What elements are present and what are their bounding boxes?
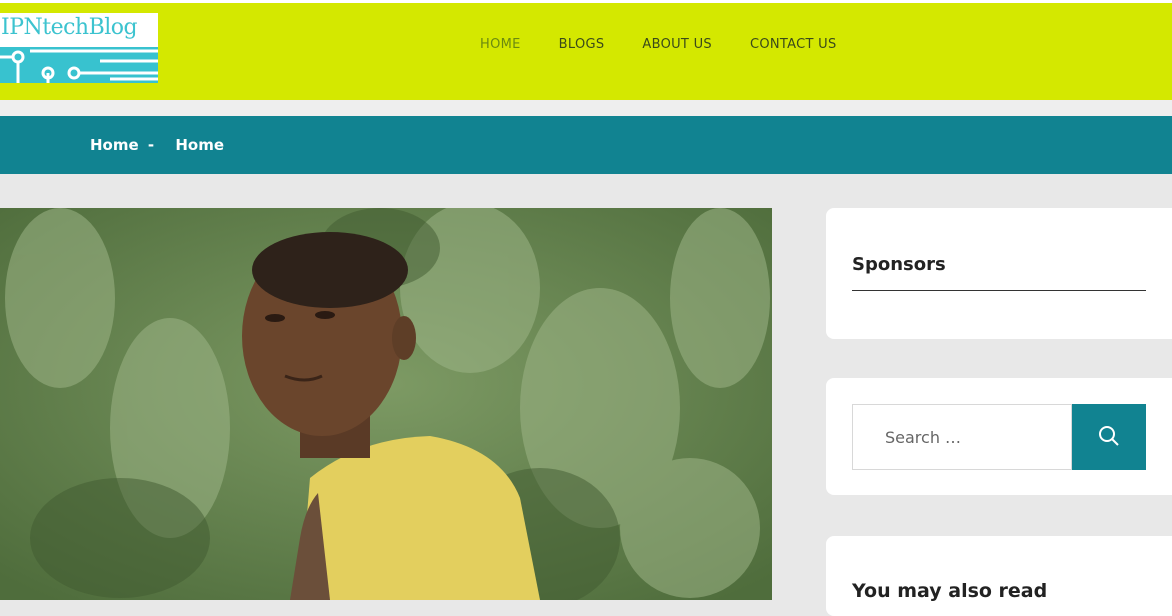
sponsors-underline	[852, 290, 1146, 291]
featured-image	[0, 208, 772, 600]
search-input[interactable]	[852, 404, 1072, 470]
circuit-icon	[0, 49, 158, 83]
header-divider	[0, 100, 1172, 116]
nav-blogs[interactable]: BLOGS	[559, 37, 605, 52]
breadcrumb: Home - Home	[90, 136, 224, 154]
site-header: IPNtechBlog HOME BLOGS ABOUT US CONTACT …	[0, 0, 1172, 100]
search-button[interactable]	[1072, 404, 1146, 470]
breadcrumb-current: Home	[175, 136, 225, 154]
search-widget	[826, 378, 1172, 495]
featured-photo	[0, 208, 772, 600]
breadcrumb-home-link[interactable]: Home	[90, 136, 139, 154]
main-nav: HOME BLOGS ABOUT US CONTACT US	[480, 37, 875, 52]
search-icon	[1099, 425, 1119, 446]
nav-home[interactable]: HOME	[480, 37, 521, 52]
sponsors-title: Sponsors	[852, 254, 946, 275]
logo-text: IPNtechBlog	[1, 15, 138, 40]
read-more-title: You may also read	[852, 580, 1048, 602]
nav-about-us[interactable]: ABOUT US	[642, 37, 712, 52]
sponsors-widget: Sponsors	[826, 208, 1172, 339]
breadcrumb-separator: -	[147, 136, 155, 154]
site-logo[interactable]: IPNtechBlog	[0, 13, 158, 83]
read-more-widget: You may also read	[826, 536, 1172, 616]
nav-contact-us[interactable]: CONTACT US	[750, 37, 837, 52]
